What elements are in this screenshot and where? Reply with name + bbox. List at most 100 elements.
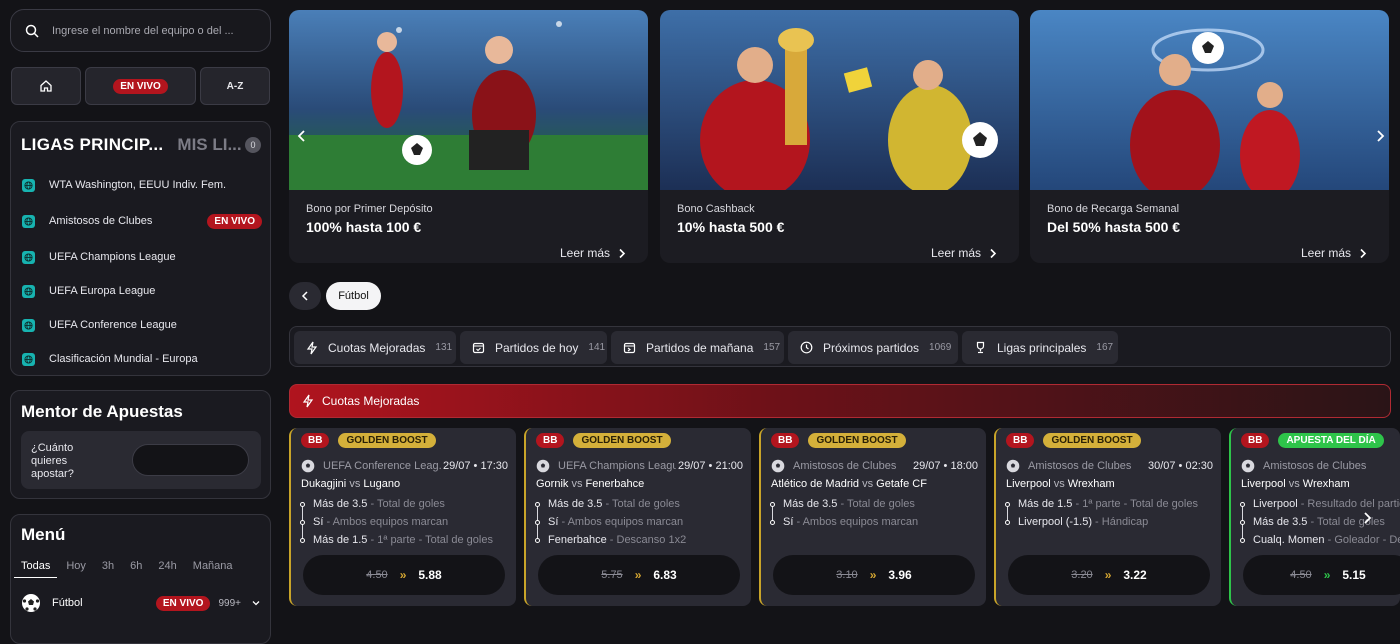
filter-count: 167 <box>1096 342 1114 353</box>
competition-name: Amistosos de Clubes <box>793 460 897 472</box>
az-button[interactable]: A-Z <box>200 67 270 105</box>
carousel-next-icon[interactable] <box>1374 129 1386 143</box>
filter-proximos-partidos[interactable]: Próximos partidos 1069 <box>788 331 958 364</box>
league-label: Clasificación Mundial - Europa <box>49 353 198 365</box>
section-title: Cuotas Mejoradas <box>322 394 420 408</box>
read-more-link[interactable]: Leer más <box>1301 246 1367 260</box>
selection: Más de 1.5 - 1ª parte - Total de goles <box>313 534 493 546</box>
chevron-right-icon <box>1360 248 1367 258</box>
selection-market: - Descanso 1x2 <box>606 534 687 546</box>
live-badge: EN VIVO <box>113 78 168 94</box>
selection-pick: Liverpool (-1.5) <box>1018 516 1092 528</box>
promo-card[interactable]: Bono de Recarga Semanal Del 50% hasta 50… <box>1030 10 1389 263</box>
odds-button[interactable]: 3.10 » 3.96 <box>773 555 975 595</box>
match-meta: Amistosos de Clubes 30/07 • 02:30 <box>1006 459 1213 473</box>
filter-partidos-manana[interactable]: Partidos de mañana 157 <box>611 331 784 364</box>
selection-market: - Total de goles <box>837 498 915 510</box>
old-odds: 5.75 <box>601 569 623 581</box>
read-more-label: Leer más <box>1300 246 1351 260</box>
match-teams: Gornik vs Fenerbahce <box>536 478 644 490</box>
odds-button[interactable]: 4.50 » 5.88 <box>303 555 505 595</box>
search-box[interactable] <box>10 9 271 52</box>
tab-3h[interactable]: 3h <box>102 560 114 578</box>
selection: Más de 3.5 - Total de goles <box>548 498 680 510</box>
filter-label: Cuotas Mejoradas <box>328 340 426 355</box>
selection-pick: Sí <box>548 516 559 528</box>
soccer-ball-icon <box>536 459 550 473</box>
filter-count: 157 <box>763 342 781 353</box>
read-more-link[interactable]: Leer más <box>931 246 997 260</box>
match-teams: Atlético de Madrid vs Getafe CF <box>771 478 927 490</box>
league-item[interactable]: UEFA Europa League <box>22 281 262 301</box>
away-team: Wrexham <box>1067 478 1115 490</box>
sport-chip-futbol[interactable]: Fútbol <box>326 282 381 310</box>
selection-dot <box>535 538 540 543</box>
section-banner: Cuotas Mejoradas <box>289 384 1391 418</box>
odds-button[interactable]: 4.50 » 5.15 <box>1243 555 1400 595</box>
read-more-link[interactable]: Leer más <box>560 246 626 260</box>
selection-dot <box>300 520 305 525</box>
carousel-prev-icon[interactable] <box>296 129 308 143</box>
search-icon <box>25 24 39 38</box>
selection-market: - Total de goles <box>367 498 445 510</box>
filter-partidos-hoy[interactable]: Partidos de hoy 141 <box>460 331 607 364</box>
selection-pick: Más de 3.5 <box>313 498 368 510</box>
league-item[interactable]: WTA Washington, EEUU Indiv. Fem. <box>22 175 262 195</box>
bet-card[interactable]: BB GOLDEN BOOST Amistosos de Clubes 29/07 •… <box>759 428 986 606</box>
league-item[interactable]: Clasificación Mundial - Europa <box>22 349 262 369</box>
filter-cuotas-mejoradas[interactable]: Cuotas Mejoradas 131 <box>294 331 456 364</box>
odds-button[interactable]: 5.75 » 6.83 <box>538 555 740 595</box>
selection: Más de 3.5 - Total de goles <box>783 498 915 510</box>
promo-card[interactable]: Bono Cashback 10% hasta 500 € Leer más <box>660 10 1019 263</box>
odds-button[interactable]: 3.20 » 3.22 <box>1008 555 1210 595</box>
tab-ligas-principales[interactable]: LIGAS PRINCIP... <box>21 135 163 155</box>
selection: Sí - Ambos equipos marcan <box>548 516 683 528</box>
search-input[interactable] <box>52 24 252 37</box>
selection-dot <box>1005 502 1010 507</box>
sport-row-futbol[interactable]: Fútbol EN VIVO 999+ <box>21 593 261 613</box>
globe-icon <box>22 352 35 366</box>
league-item[interactable]: Amistosos de Clubes EN VIVO <box>22 211 262 231</box>
tab-mis-ligas[interactable]: MIS LI... <box>177 135 241 155</box>
league-item[interactable]: UEFA Champions League <box>22 247 262 267</box>
amount-input[interactable] <box>132 444 249 476</box>
selection-market: - Total de goles <box>602 498 680 510</box>
league-label: WTA Washington, EEUU Indiv. Fem. <box>49 179 227 191</box>
league-item[interactable]: UEFA Conference League <box>22 315 262 335</box>
selection-dot <box>535 520 540 525</box>
tab-hoy[interactable]: Hoy <box>66 560 86 578</box>
league-label: UEFA Europa League <box>49 285 156 297</box>
menu-title: Menú <box>21 525 66 544</box>
back-button[interactable] <box>289 282 321 310</box>
live-button[interactable]: EN VIVO <box>85 67 196 105</box>
home-button[interactable] <box>11 67 81 105</box>
filter-ligas-principales[interactable]: Ligas principales 167 <box>962 331 1118 364</box>
tab-24h[interactable]: 24h <box>158 560 176 578</box>
tab-6h[interactable]: 6h <box>130 560 142 578</box>
calendar-next-icon <box>623 342 636 354</box>
soccer-ball-icon <box>1006 459 1020 473</box>
match-teams: Liverpool vs Wrexham <box>1006 478 1115 490</box>
promo-image <box>660 10 1019 190</box>
chevron-down-icon[interactable] <box>251 598 261 608</box>
cards-next-icon[interactable] <box>1358 509 1376 527</box>
selection: Liverpool (-1.5) - Hándicap <box>1018 516 1148 528</box>
boost-badge: GOLDEN BOOST <box>338 433 436 448</box>
promo-card[interactable]: Bono por Primer Depósito 100% hasta 100 … <box>289 10 648 263</box>
bet-card[interactable]: BB GOLDEN BOOST UEFA Conference Leag... 29/… <box>289 428 516 606</box>
tab-todas[interactable]: Todas <box>14 560 58 578</box>
tab-manana[interactable]: Mañana <box>193 560 233 578</box>
promo-label: Bono Cashback <box>677 203 755 215</box>
selection-pick: Fenerbahce <box>548 534 607 546</box>
read-more-label: Leer más <box>930 246 981 260</box>
globe-icon <box>22 284 35 298</box>
promo-label: Bono de Recarga Semanal <box>1047 203 1180 215</box>
live-badge: EN VIVO <box>207 213 262 229</box>
bet-card[interactable]: BB GOLDEN BOOST UEFA Champions League 29/07… <box>524 428 751 606</box>
double-chevron-icon: » <box>634 568 642 582</box>
read-more-label: Leer más <box>559 246 610 260</box>
promo-value: 100% hasta 100 € <box>306 219 422 235</box>
mentor-question: ¿Cuánto quieres apostar? <box>31 442 74 480</box>
bet-card[interactable]: BB GOLDEN BOOST Amistosos de Clubes 30/07 •… <box>994 428 1221 606</box>
globe-icon <box>22 214 35 228</box>
